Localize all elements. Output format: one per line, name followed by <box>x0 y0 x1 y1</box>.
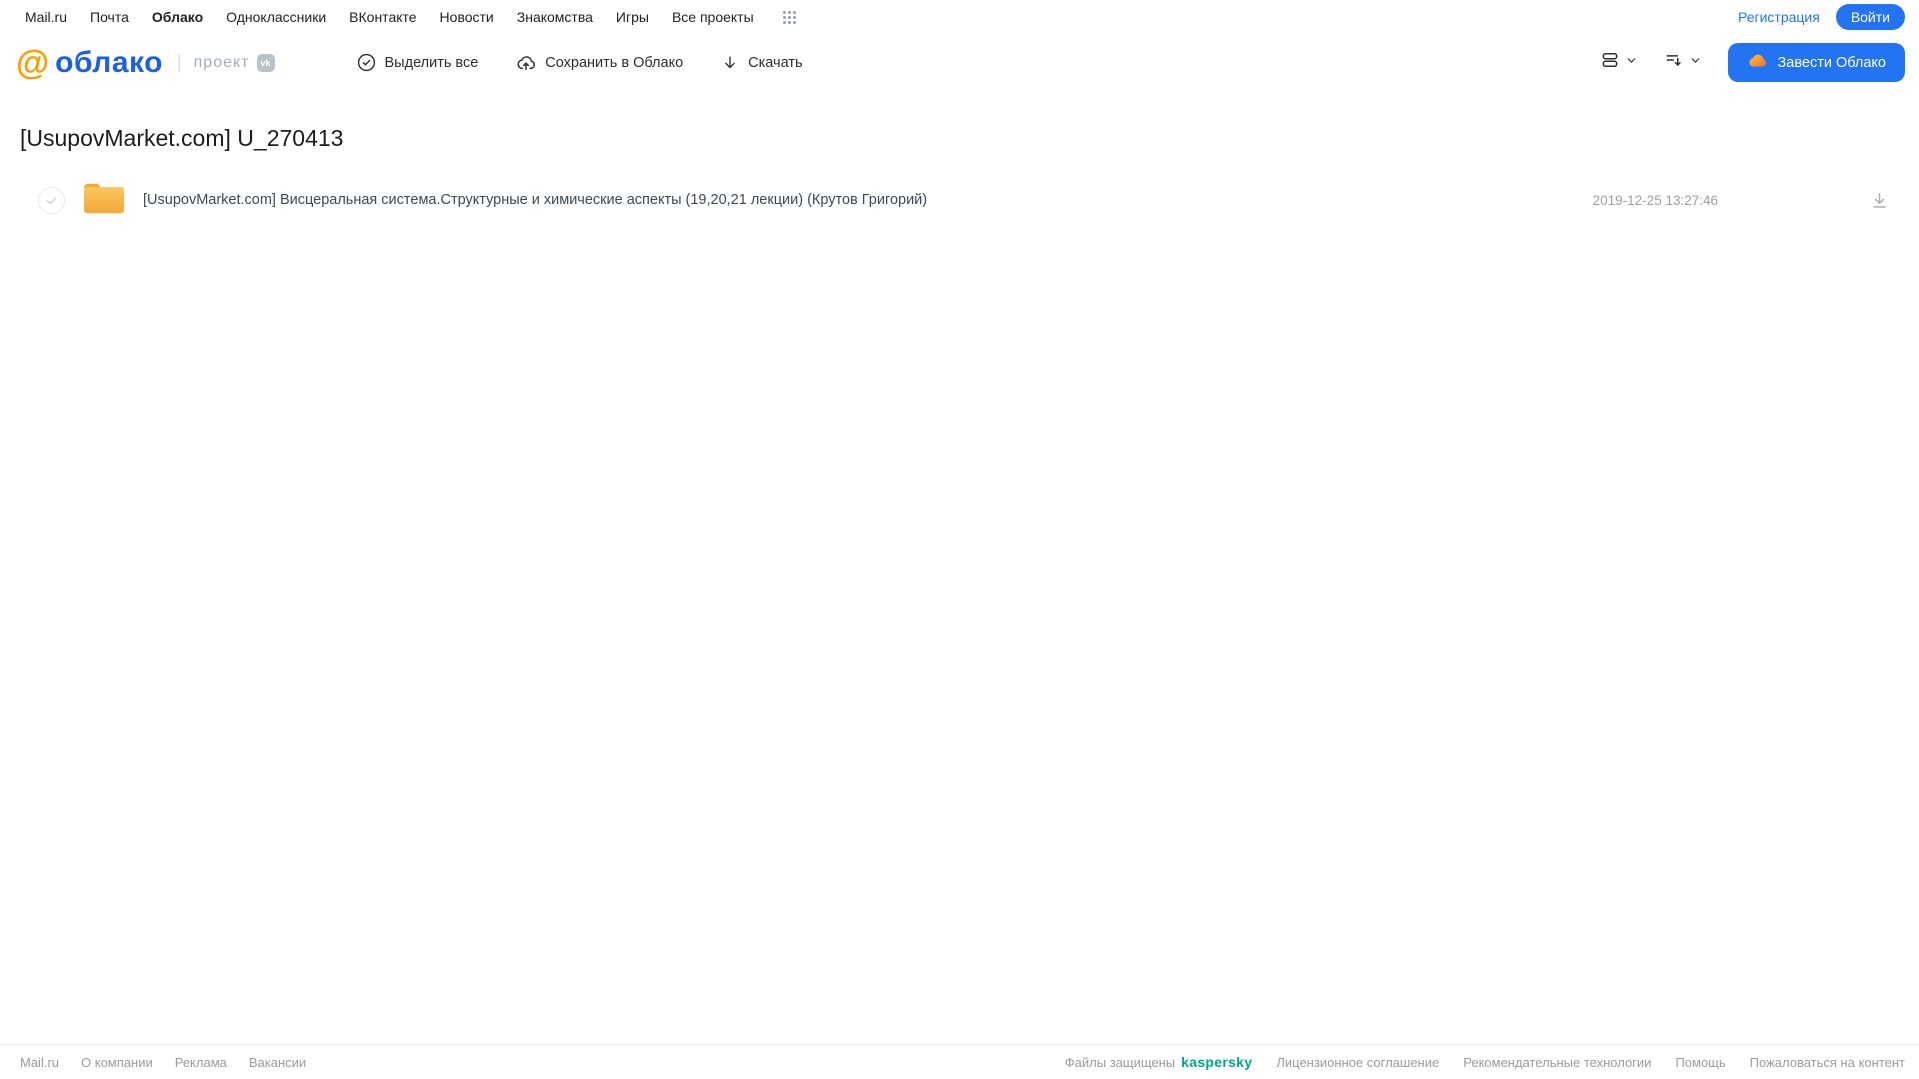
download-button[interactable]: Скачать <box>721 54 803 72</box>
footer-link-recommendations[interactable]: Рекомендательные технологии <box>1463 1055 1651 1070</box>
portal-link-pochta[interactable]: Почта <box>90 9 129 25</box>
chevron-down-icon <box>1689 54 1702 72</box>
kaspersky-logo[interactable]: kaspersky <box>1181 1054 1252 1070</box>
list-view-icon <box>1600 50 1620 75</box>
portal-link-oblako[interactable]: Облако <box>152 9 203 25</box>
footer-link-ads[interactable]: Реклама <box>175 1055 227 1070</box>
footer-link-help[interactable]: Помощь <box>1675 1055 1725 1070</box>
portal-link-vkontakte[interactable]: ВКонтакте <box>349 9 416 25</box>
apps-grid-icon[interactable] <box>782 10 796 24</box>
folder-icon <box>81 179 127 222</box>
footer-left-links: Mail.ru О компании Реклама Вакансии <box>20 1055 306 1070</box>
download-label: Скачать <box>748 54 803 71</box>
protected-label: Файлы защищены <box>1064 1054 1176 1070</box>
logo-at-icon: @ <box>16 43 50 82</box>
file-download-icon[interactable] <box>1870 191 1889 210</box>
select-all-label: Выделить все <box>384 54 479 71</box>
cloud-upload-icon <box>516 53 536 73</box>
logo-wordmark: облако <box>55 45 163 79</box>
file-checkbox[interactable] <box>38 186 65 214</box>
sort-dropdown[interactable] <box>1664 50 1702 75</box>
logo-divider: | <box>176 52 182 72</box>
portal-topbar: Mail.ru Почта Облако Одноклассники ВКонт… <box>0 0 1919 34</box>
page-title: [UsupovMarket.com] U_270413 <box>20 125 344 151</box>
footer-link-jobs[interactable]: Вакансии <box>249 1055 306 1070</box>
get-cloud-label: Завести Облако <box>1777 54 1886 71</box>
portal-link-znakomstva[interactable]: Знакомства <box>517 9 593 25</box>
header-controls: Завести Облако <box>1600 43 1905 82</box>
file-toolbar: Выделить все Сохранить в Облако Скачать <box>357 53 803 73</box>
file-row[interactable]: [UsupovMarket.com] Висцеральная система.… <box>0 178 1919 222</box>
portal-link-mailru[interactable]: Mail.ru <box>25 9 67 25</box>
page-footer: Mail.ru О компании Реклама Вакансии Файл… <box>0 1044 1919 1079</box>
portal-auth: Регистрация Войти <box>1738 4 1905 30</box>
footer-link-license[interactable]: Лицензионное соглашение <box>1276 1055 1439 1070</box>
footer-link-report[interactable]: Пожаловаться на контент <box>1750 1055 1905 1070</box>
file-list: [UsupovMarket.com] Висцеральная система.… <box>0 178 1919 222</box>
portal-link-odnoklassniki[interactable]: Одноклассники <box>226 9 326 25</box>
app-header: @ облако | проект vk Выделить все Сохран… <box>0 34 1919 91</box>
check-circle-icon <box>357 53 376 72</box>
chevron-down-icon <box>1625 54 1638 72</box>
footer-link-mailru[interactable]: Mail.ru <box>20 1055 59 1070</box>
file-modified-date: 2019-12-25 13:27:46 <box>1592 192 1718 208</box>
kaspersky-protected: Файлы защищены kaspersky <box>1065 1054 1253 1070</box>
portal-links: Mail.ru Почта Облако Одноклассники ВКонт… <box>25 9 796 25</box>
project-label: проект <box>193 53 250 71</box>
download-arrow-icon <box>721 54 739 72</box>
view-mode-dropdown[interactable] <box>1600 50 1638 75</box>
get-cloud-button[interactable]: Завести Облако <box>1727 43 1905 82</box>
cloud-public-page: Mail.ru Почта Облако Одноклассники ВКонт… <box>0 0 1919 1079</box>
register-link[interactable]: Регистрация <box>1738 9 1820 25</box>
save-to-cloud-label: Сохранить в Облако <box>545 54 684 71</box>
save-to-cloud-button[interactable]: Сохранить в Облако <box>516 53 683 73</box>
vk-badge-icon: vk <box>256 53 275 72</box>
select-all-button[interactable]: Выделить все <box>357 53 479 72</box>
sort-icon <box>1664 50 1684 75</box>
file-name-link[interactable]: [UsupovMarket.com] Висцеральная система.… <box>143 192 1593 208</box>
login-button[interactable]: Войти <box>1835 4 1905 30</box>
footer-link-about[interactable]: О компании <box>81 1055 153 1070</box>
portal-link-all-projects[interactable]: Все проекты <box>672 9 754 25</box>
footer-right-links: Файлы защищены kaspersky Лицензионное со… <box>1065 1054 1905 1070</box>
portal-link-igry[interactable]: Игры <box>616 9 649 25</box>
cloud-icon <box>1747 50 1769 76</box>
cloud-logo[interactable]: @ облако | проект vk <box>16 46 275 80</box>
portal-link-novosti[interactable]: Новости <box>440 9 494 25</box>
